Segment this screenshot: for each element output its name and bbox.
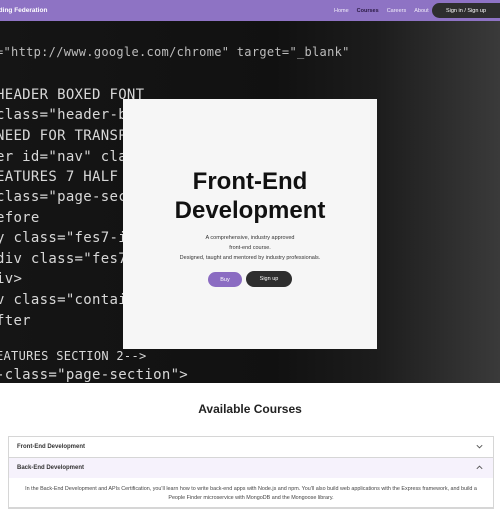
code-background-line: class="page-sec [0,189,127,205]
courses-heading: Available Courses [198,402,302,416]
buy-button[interactable]: Buy [208,272,242,287]
nav-links: Home Courses Careers About [334,0,437,21]
chevron-up-icon [476,465,483,470]
nav-link-careers[interactable]: Careers [387,8,407,14]
code-background-line: efore [0,210,40,226]
code-background-line: NEED FOR TRANSPA [0,128,136,144]
accordion-title: Front-End Development [17,444,86,450]
navbar: Coding Federation Home Courses Careers A… [0,0,500,21]
code-background-line: -class="page-section"> [0,367,189,383]
code-background-line: class="header-b [0,107,127,123]
hero-description: A comprehensive, industry approved front… [123,233,377,263]
code-background-line: ="http://www.google.com/chrome" target="… [0,45,350,59]
courses-accordion: Front-End Development Back-End Developme… [8,436,494,509]
code-background-line: v class="contai [0,292,127,308]
accordion-title: Back-End Development [17,465,85,471]
code-background-line: er id="nav" cla [0,149,127,165]
hero-card: Front-End Development A comprehensive, i… [123,99,377,349]
code-background-line: y class="fes7-im [0,230,136,246]
brand-logo-text[interactable]: Coding Federation [0,0,47,21]
sign-up-button[interactable]: Sign up [246,271,292,287]
nav-link-home[interactable]: Home [334,8,349,14]
accordion-item-front-end: Front-End Development [9,437,493,458]
accordion-header-front-end[interactable]: Front-End Development [9,437,493,457]
nav-link-about[interactable]: About [414,8,428,14]
code-background-line: fter [0,313,31,329]
accordion-body-back-end: In the Back-End Development and APIs Cer… [9,478,493,507]
hero-title: Front-End Development [123,167,377,225]
chevron-down-icon [476,444,483,449]
code-background-line: iv> [0,271,23,287]
code-background-line: EATURES 7 HALF [0,169,119,185]
code-background-line: div class="fes7- [0,251,136,267]
accordion-header-back-end[interactable]: Back-End Development [9,458,493,478]
nav-link-courses[interactable]: Courses [357,8,379,14]
hero-description-line: Designed, taught and mentored by industr… [179,255,321,261]
sign-in-sign-up-button[interactable]: Sign in / Sign up [432,3,500,18]
hero-description-line: front-end course. [229,245,271,251]
hero-description-line: A comprehensive, industry approved [205,235,295,241]
code-background-line: EATURES SECTION 2--> [0,349,147,363]
hero-title-text: Front-End Development [174,168,326,224]
hero-section: ="http://www.google.com/chrome" target="… [0,21,500,383]
